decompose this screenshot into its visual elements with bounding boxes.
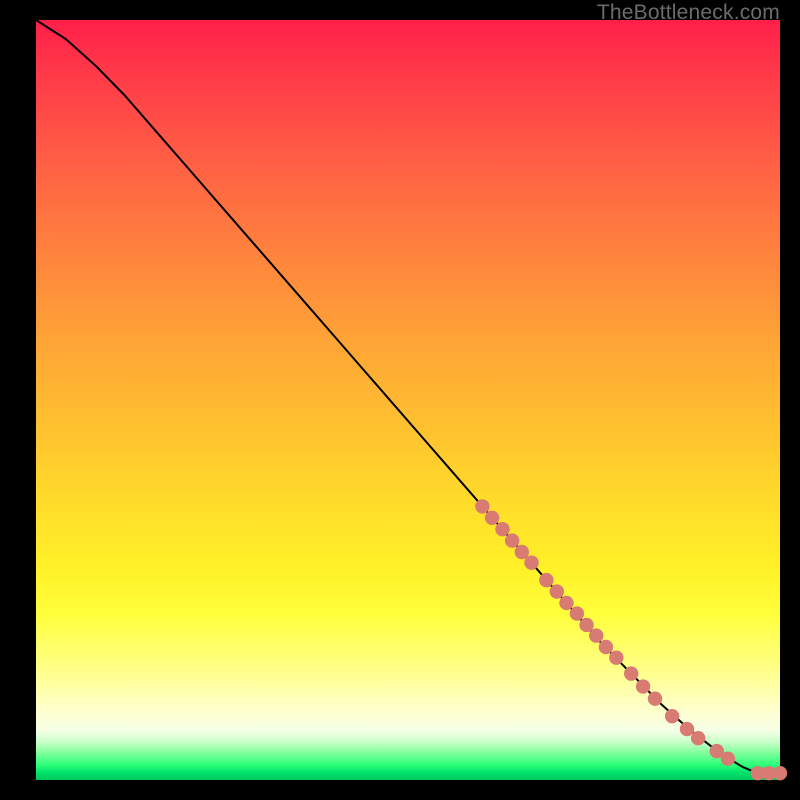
chart-svg [36, 20, 780, 780]
data-marker [539, 573, 553, 587]
data-marker [648, 691, 662, 705]
data-marker [589, 628, 603, 642]
data-marker [680, 722, 694, 736]
data-marker [550, 584, 564, 598]
data-marker [505, 533, 519, 547]
data-marker [665, 709, 679, 723]
data-marker [773, 766, 787, 780]
data-marker [636, 679, 650, 693]
data-marker [485, 511, 499, 525]
data-marker [524, 555, 538, 569]
data-marker [495, 522, 509, 536]
data-marker [559, 596, 573, 610]
plot-area [36, 20, 780, 780]
data-marker [624, 666, 638, 680]
data-marker [570, 606, 584, 620]
marker-group [475, 499, 787, 780]
data-marker [515, 545, 529, 559]
data-marker [475, 499, 489, 513]
data-marker [599, 640, 613, 654]
curve-line [36, 20, 780, 773]
data-marker [691, 731, 705, 745]
data-marker [609, 650, 623, 664]
data-marker [721, 752, 735, 766]
data-marker [579, 618, 593, 632]
chart-stage: TheBottleneck.com [0, 0, 800, 800]
